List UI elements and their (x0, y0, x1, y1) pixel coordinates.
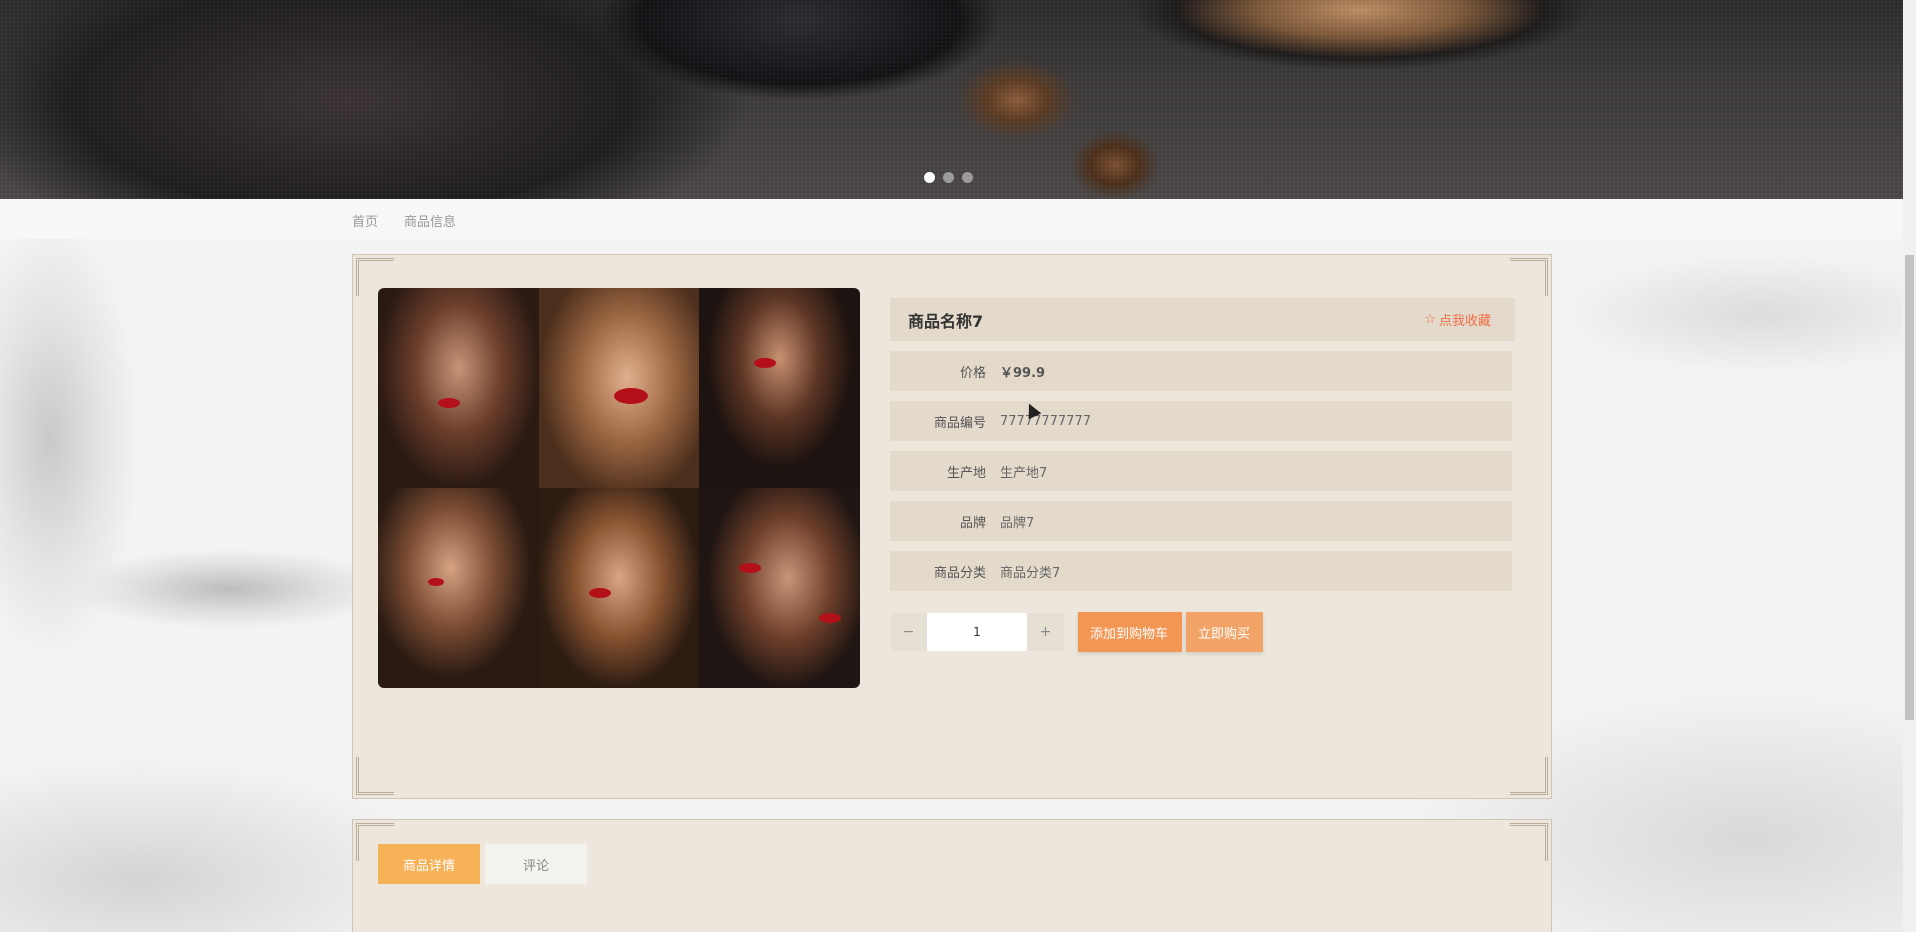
add-to-cart-button[interactable]: 添加到购物车 (1078, 612, 1182, 652)
breadcrumb: 首页 商品信息 (352, 211, 456, 230)
detail-tabs-panel: 商品详情 评论 (352, 819, 1552, 932)
image-tile (538, 288, 700, 488)
hero-banner (0, 0, 1903, 199)
info-value: 品牌7 (1000, 515, 1035, 531)
corner-ornament (1510, 258, 1548, 296)
product-panel: 商品名称7 ☆ 点我收藏 价格 ￥99.9 商品编号 77777777777 生… (352, 254, 1552, 799)
product-image (378, 288, 860, 688)
buy-now-button[interactable]: 立即购买 (1186, 612, 1263, 652)
tab-product-detail[interactable]: 商品详情 (378, 844, 480, 884)
info-row-category: 商品分类 商品分类7 (890, 551, 1512, 591)
favorite-label: 点我收藏 (1438, 314, 1491, 329)
info-label: 商品分类 (933, 565, 986, 581)
image-tile (699, 288, 860, 488)
quantity-input[interactable] (927, 613, 1027, 651)
product-title-row: 商品名称7 ☆ 点我收藏 (890, 298, 1515, 341)
breadcrumb-bar (0, 199, 1903, 239)
carousel-dot-1[interactable] (924, 172, 935, 183)
tab-comments[interactable]: 评论 (485, 844, 587, 884)
image-tile (378, 488, 539, 688)
favorite-button[interactable]: ☆ 点我收藏 (1424, 310, 1491, 329)
breadcrumb-current: 商品信息 (404, 215, 457, 230)
product-name: 商品名称7 (908, 311, 984, 331)
corner-ornament (356, 757, 394, 795)
info-value: 生产地7 (1000, 465, 1048, 481)
image-tile (699, 488, 860, 688)
info-value: ￥99.9 (1000, 365, 1046, 381)
info-label: 价格 (959, 365, 986, 381)
corner-ornament (1510, 757, 1548, 795)
image-tile (378, 288, 539, 488)
carousel-dot-2[interactable] (943, 172, 954, 183)
image-tile (538, 488, 700, 688)
scrollbar-thumb[interactable] (1905, 255, 1914, 720)
info-row-code: 商品编号 77777777777 (890, 401, 1512, 441)
star-icon: ☆ (1424, 312, 1436, 327)
carousel-indicators (924, 172, 973, 183)
carousel-dot-3[interactable] (962, 172, 973, 183)
breadcrumb-home[interactable]: 首页 (352, 211, 378, 230)
info-value: 77777777777 (1000, 413, 1091, 429)
info-label: 生产地 (946, 465, 986, 481)
decrease-button[interactable]: − (890, 613, 927, 651)
corner-ornament (1510, 823, 1548, 861)
quantity-row: − + 添加到购物车 立即购买 (890, 612, 1263, 652)
info-row-origin: 生产地 生产地7 (890, 451, 1512, 491)
info-row-brand: 品牌 品牌7 (890, 501, 1512, 541)
increase-button[interactable]: + (1027, 613, 1064, 651)
info-row-price: 价格 ￥99.9 (890, 351, 1512, 391)
info-value: 商品分类7 (1000, 565, 1061, 581)
info-label: 商品编号 (933, 415, 986, 431)
info-label: 品牌 (959, 515, 986, 531)
